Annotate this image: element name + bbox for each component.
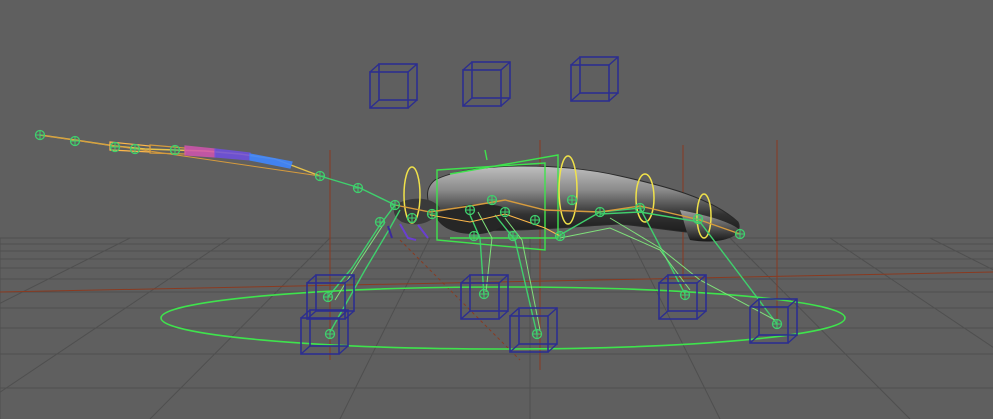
3d-viewport[interactable] xyxy=(0,0,993,419)
viewport-canvas[interactable] xyxy=(0,0,993,419)
